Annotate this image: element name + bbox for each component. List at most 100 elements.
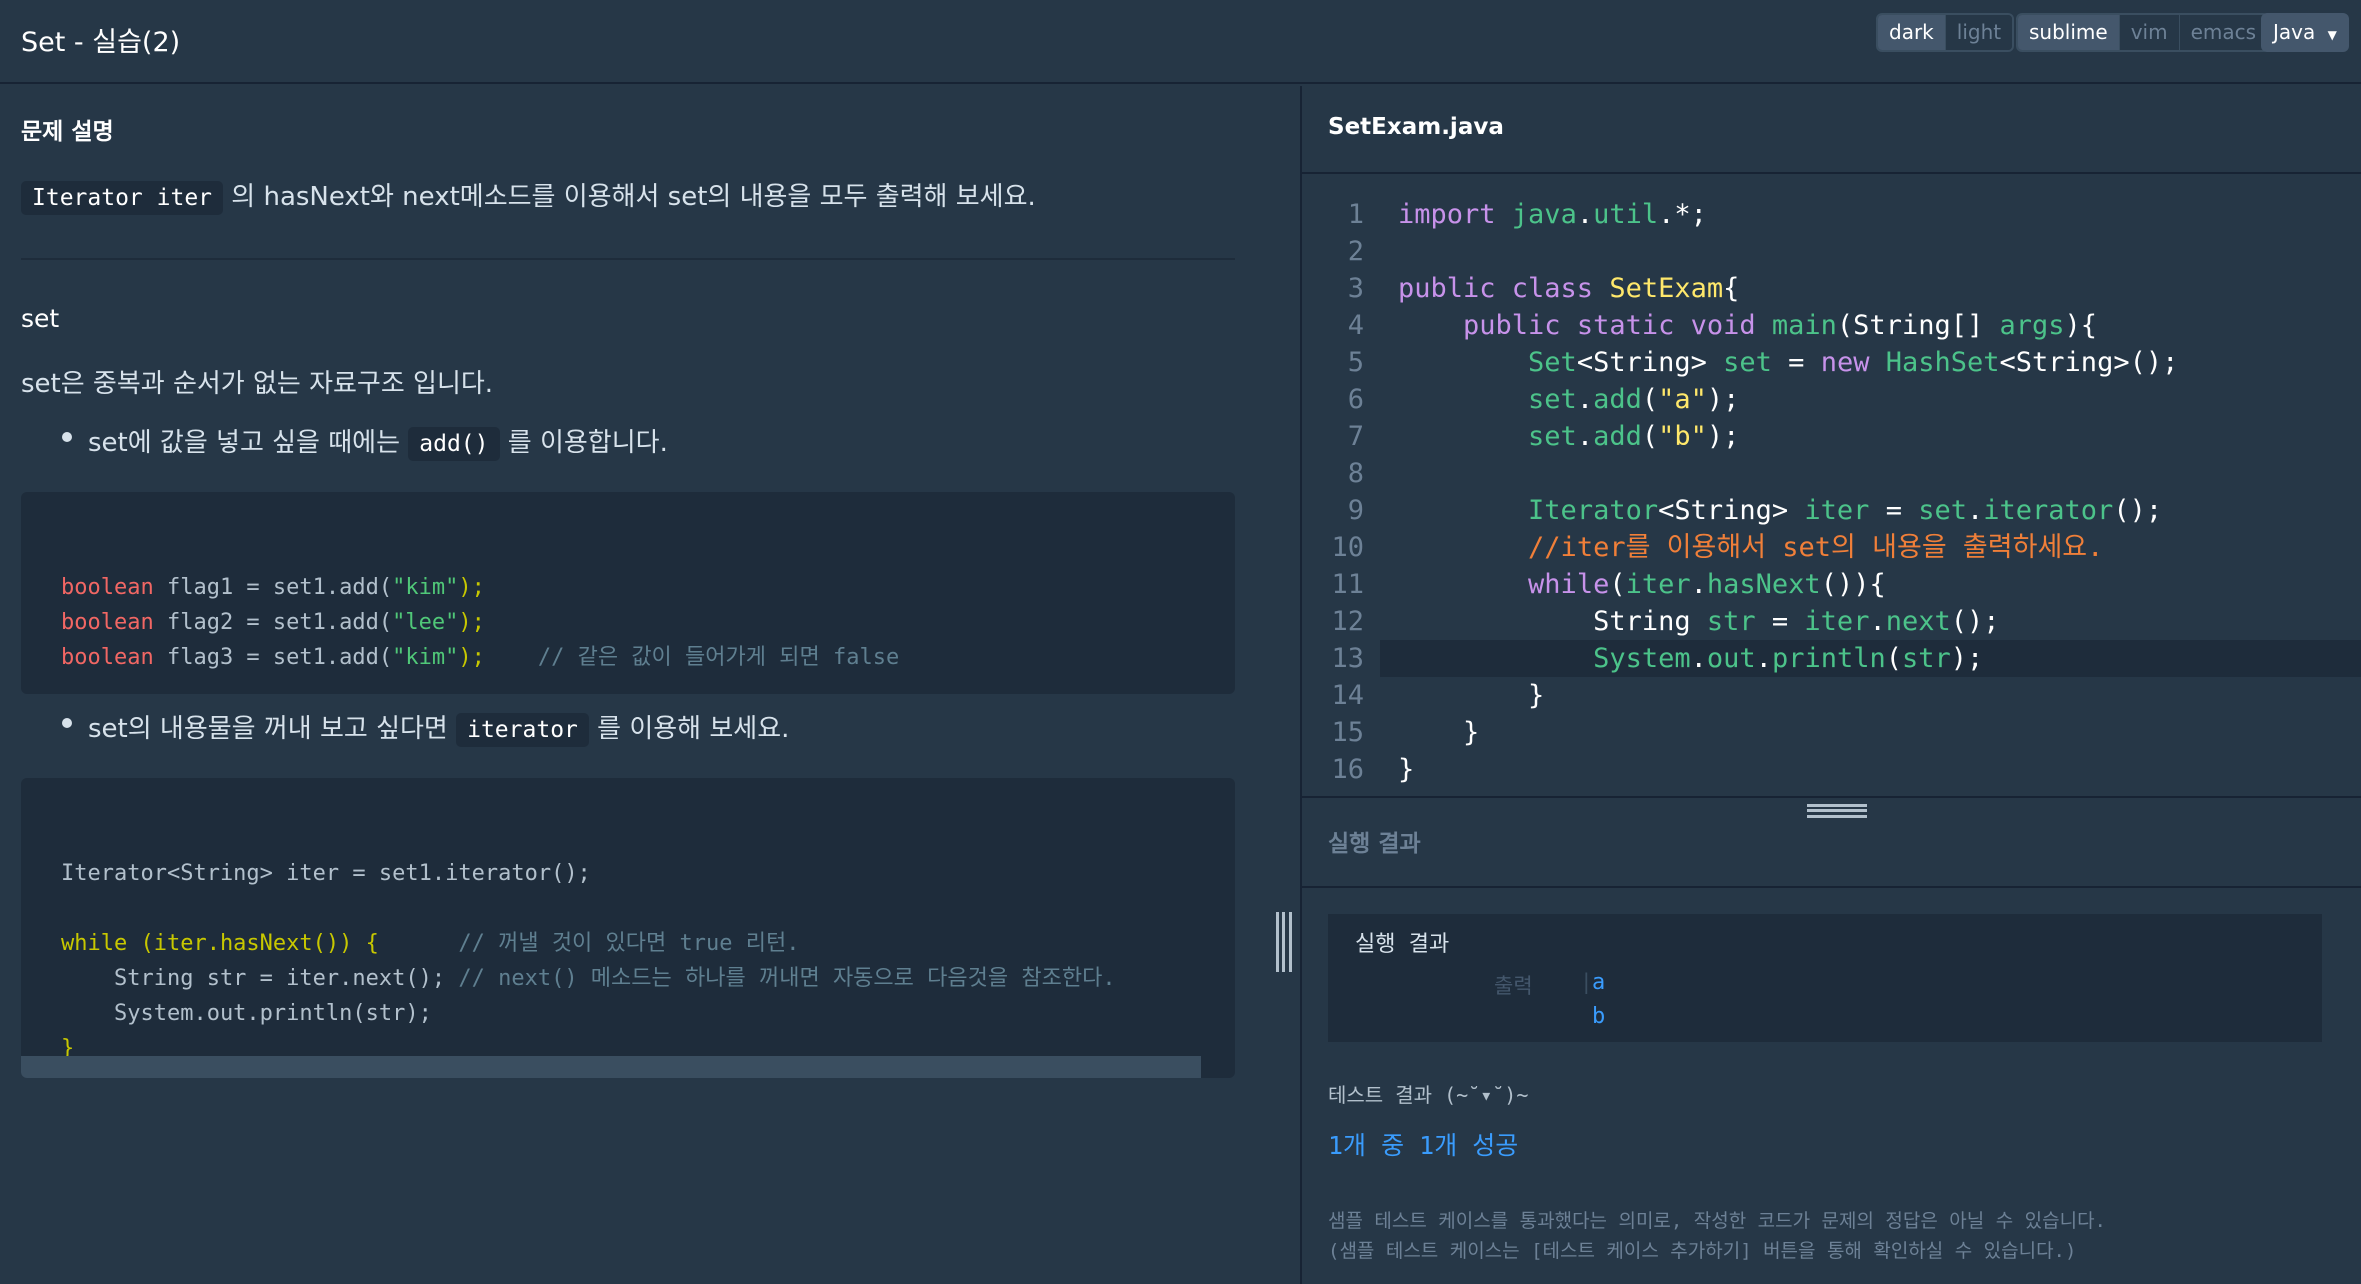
line-number: 11: [1331, 569, 1364, 600]
output-value: b: [1592, 1004, 1606, 1029]
problem-intro-text: 의 hasNext와 next메소드를 이용해서 set의 내용을 모두 출력해…: [231, 182, 1036, 212]
test-result-title: 테스트 결과 (~˘▾˘)~: [1328, 1083, 1529, 1107]
code-line: System.out.println(str);: [61, 1001, 432, 1026]
editor-code[interactable]: //iter를 이용해서 set의 내용을 출력하세요.: [1398, 529, 2103, 566]
editor-code[interactable]: Set<String> set = new HashSet<String>();: [1398, 344, 2178, 381]
editor-line[interactable]: 5 Set<String> set = new HashSet<String>(…: [1302, 344, 2361, 381]
code-line: while (iter.hasNext()) { // 꺼낼 것이 있다면 tr…: [61, 931, 800, 956]
line-number: 8: [1347, 458, 1364, 489]
code-line: boolean flag1 = set1.add("kim");: [61, 575, 485, 600]
code-line: String str = iter.next(); // next() 메소드는…: [61, 966, 1116, 991]
bullet-icon: [62, 432, 72, 442]
editor-code[interactable]: Iterator<String> iter = set.iterator();: [1398, 492, 2162, 529]
result-box-title: 실행 결과: [1355, 932, 1450, 957]
file-name: SetExam.java: [1328, 114, 1504, 140]
result-panel-label: 실행 결과: [1328, 831, 1421, 857]
output-label: 출력: [1494, 974, 1533, 998]
splitter-grip-icon[interactable]: [1276, 912, 1292, 972]
editor-code[interactable]: set.add("b");: [1398, 418, 1739, 455]
editor-code[interactable]: System.out.println(str);: [1398, 640, 1983, 677]
editor-line[interactable]: 10 //iter를 이용해서 set의 내용을 출력하세요.: [1302, 529, 2361, 566]
problem-section-title: 문제 설명: [21, 119, 114, 145]
editor-code[interactable]: import java.util.*;: [1398, 196, 1707, 233]
note-line: 샘플 테스트 케이스를 통과했다는 의미로, 작성한 코드가 문제의 정답은 아…: [1328, 1210, 2106, 1232]
output-separator: |: [1580, 970, 1593, 994]
editor-line[interactable]: 4 public static void main(String[] args)…: [1302, 307, 2361, 344]
theme-light-button[interactable]: light: [1944, 15, 2013, 50]
line-number: 3: [1347, 273, 1364, 304]
bullet-text-pre: set에 값을 넣고 싶을 때에는: [88, 428, 400, 458]
code-line: boolean flag3 = set1.add("kim"); // 같은 값…: [61, 645, 900, 670]
line-number: 12: [1331, 606, 1364, 637]
language-dropdown[interactable]: Java ▼: [2261, 13, 2349, 52]
set-heading: set: [21, 304, 60, 333]
code-line: boolean flag2 = set1.add("lee");: [61, 610, 485, 635]
result-header: 실행 결과: [1302, 798, 2361, 888]
list-item: set의 내용물을 꺼내 보고 싶다면 iterator 를 이용해 보세요.: [60, 708, 789, 747]
code-block-add: boolean flag1 = set1.add("kim"); boolean …: [21, 492, 1235, 694]
code-editor[interactable]: 1 import java.util.*; 2 3 public class SetEx…: [1302, 176, 2361, 796]
editor-code[interactable]: }: [1398, 677, 1544, 714]
set-description: set은 중복과 순서가 없는 자료구조 입니다.: [21, 369, 494, 399]
editor-code[interactable]: public class SetExam{: [1398, 270, 1739, 307]
line-number: 2: [1347, 236, 1364, 267]
line-number: 5: [1347, 347, 1364, 378]
inline-code: Iterator iter: [21, 181, 224, 215]
bullet-icon: [62, 718, 72, 728]
output-value: a: [1592, 970, 1606, 995]
editor-line[interactable]: 12 String str = iter.next();: [1302, 603, 2361, 640]
editor-line[interactable]: 7 set.add("b");: [1302, 418, 2361, 455]
editor-line[interactable]: 13 System.out.println(str);: [1302, 640, 2361, 677]
line-number: 16: [1331, 754, 1364, 785]
editor-line[interactable]: 1 import java.util.*;: [1302, 196, 2361, 233]
editor-code[interactable]: String str = iter.next();: [1398, 603, 1999, 640]
problem-panel: 문제 설명 Iterator iter 의 hasNext와 next메소드를 …: [0, 86, 1300, 1284]
line-number: 7: [1347, 421, 1364, 452]
editor-line[interactable]: 8: [1302, 455, 2361, 492]
horizontal-scrollbar[interactable]: [21, 1056, 1201, 1078]
note-line: (샘플 테스트 케이스는 [테스트 케이스 추가하기] 버튼을 통해 확인하실 …: [1328, 1240, 2077, 1262]
line-number: 10: [1331, 532, 1364, 563]
editor-line[interactable]: 6 set.add("a");: [1302, 381, 2361, 418]
editor-code[interactable]: set.add("a");: [1398, 381, 1739, 418]
line-number: 4: [1347, 310, 1364, 341]
inline-code: add(): [408, 427, 500, 461]
line-number: 15: [1331, 717, 1364, 748]
editor-line[interactable]: 2: [1302, 233, 2361, 270]
code-line: Iterator<String> iter = set1.iterator();: [61, 861, 591, 886]
theme-toggle[interactable]: dark light: [1876, 13, 2015, 52]
list-item: set에 값을 넣고 싶을 때에는 add() 를 이용합니다.: [60, 422, 668, 461]
file-tab[interactable]: SetExam.java: [1302, 86, 2361, 174]
editor-line[interactable]: 16}: [1302, 751, 2361, 788]
test-summary: 1개 중 1개 성공: [1328, 1131, 1519, 1160]
keymap-emacs-button[interactable]: emacs: [2178, 15, 2268, 50]
header-bar: Set - 실습(2) dark light sublime vim emacs…: [0, 0, 2361, 84]
code-block-iterator: Iterator<String> iter = set1.iterator();…: [21, 778, 1235, 1078]
editor-code[interactable]: }: [1398, 751, 1414, 788]
line-number: 9: [1347, 495, 1364, 526]
page-title: Set - 실습(2): [21, 27, 181, 58]
line-number: 1: [1347, 199, 1364, 230]
caret-down-icon: ▼: [2327, 28, 2337, 42]
editor-code[interactable]: while(iter.hasNext()){: [1398, 566, 1886, 603]
editor-code[interactable]: }: [1398, 714, 1479, 751]
editor-line[interactable]: 3 public class SetExam{: [1302, 270, 2361, 307]
keymap-vim-button[interactable]: vim: [2118, 15, 2179, 50]
execution-result-box: 실행 결과 출력 | a b: [1328, 914, 2322, 1042]
bullet-text-pre: set의 내용물을 꺼내 보고 싶다면: [88, 714, 448, 744]
editor-code[interactable]: public static void main(String[] args){: [1398, 307, 2097, 344]
theme-dark-button[interactable]: dark: [1878, 15, 1945, 50]
keymap-sublime-button[interactable]: sublime: [2018, 15, 2119, 50]
line-number: 14: [1331, 680, 1364, 711]
inline-code: iterator: [456, 713, 589, 747]
editor-line[interactable]: 15 }: [1302, 714, 2361, 751]
bullet-text-post: 를 이용합니다.: [507, 428, 668, 458]
editor-line[interactable]: 9 Iterator<String> iter = set.iterator()…: [1302, 492, 2361, 529]
editor-line[interactable]: 11 while(iter.hasNext()){: [1302, 566, 2361, 603]
keymap-toggle[interactable]: sublime vim emacs: [2016, 13, 2270, 52]
bullet-text-post: 를 이용해 보세요.: [597, 714, 790, 744]
editor-line[interactable]: 14 }: [1302, 677, 2361, 714]
line-number: 13: [1331, 643, 1364, 674]
problem-intro: Iterator iter 의 hasNext와 next메소드를 이용해서 s…: [21, 176, 1036, 215]
